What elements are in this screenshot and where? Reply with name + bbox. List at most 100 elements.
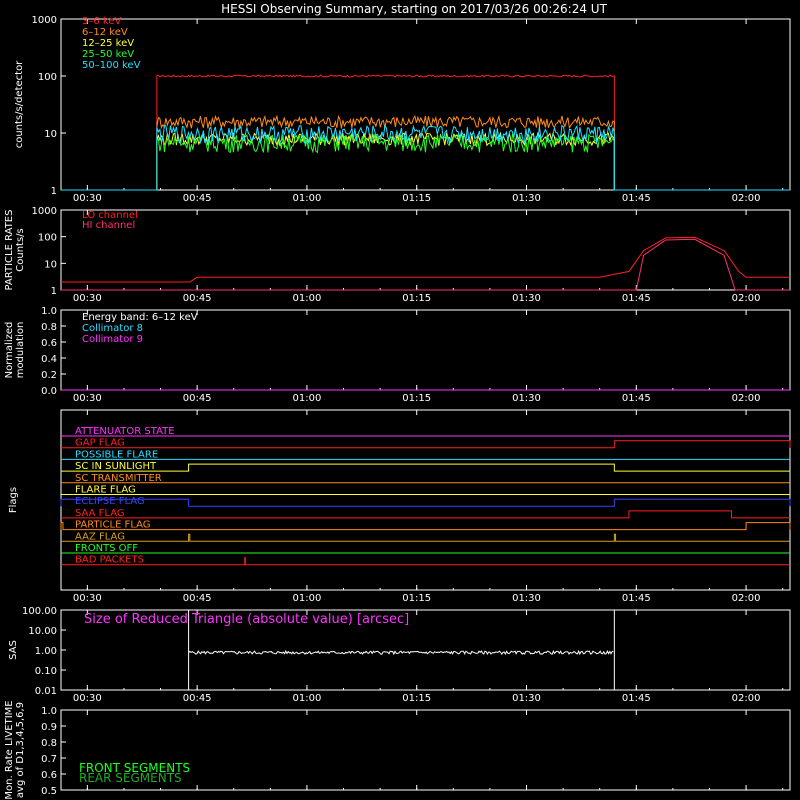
y-axis-label: modulation: [15, 322, 26, 379]
figure-title: HESSI Observing Summary, starting on 201…: [221, 2, 607, 16]
flag-line: [61, 510, 790, 519]
x-tick-label: 00:30: [73, 193, 102, 204]
x-tick-label: 00:30: [73, 293, 102, 304]
y-tick-label: 0.5: [41, 786, 57, 797]
x-tick-label: 00:45: [183, 193, 212, 204]
x-tick-label: 01:45: [622, 293, 651, 304]
flag-label: FLARE FLAG: [75, 485, 136, 496]
x-tick-label: 01:00: [293, 693, 322, 704]
panel-sas: 00:30 00:45 01:00 01:15 01:30 01:45 02:00 0.01 0…: [8, 606, 791, 704]
y-tick-label: 10: [44, 259, 57, 270]
flag-label: SC IN SUNLIGHT: [75, 461, 157, 472]
x-tick-label: 02:00: [732, 193, 761, 204]
legend-entry: 25–50 keV: [82, 49, 134, 60]
x-tick-label: 01:15: [402, 593, 431, 604]
series-line: [61, 236, 790, 283]
y-axis-label: counts/s/detector: [14, 60, 25, 148]
x-tick-label: 01:30: [512, 293, 541, 304]
series-line: [61, 124, 790, 191]
y-tick-label: 0.9: [41, 722, 57, 733]
panel-frame: [60, 209, 791, 291]
legend-entry: Collimator 9: [82, 334, 143, 345]
y-tick-label: 1.0: [41, 306, 57, 317]
y-tick-label: 1000: [32, 15, 57, 26]
x-tick-label: 01:15: [402, 293, 431, 304]
y-tick-label: 100: [38, 72, 57, 83]
panel-modulation: 00:30 00:45 01:00 01:15 01:30 01:45 02:00 0.0 0.…: [4, 306, 791, 404]
panel-frame: [60, 409, 791, 591]
y-axis-label: Mon. Rate LIVETIME: [4, 700, 15, 799]
x-tick-label: 01:45: [622, 193, 651, 204]
flag-line: [60, 522, 791, 531]
x-tick-label: 01:30: [512, 593, 541, 604]
flag-label: FRONTS OFF: [75, 543, 138, 554]
x-tick-label: 02:00: [732, 293, 761, 304]
flag-label: GAP FLAG: [75, 438, 125, 449]
flag-label: ECLIPSE FLAG: [75, 496, 145, 507]
x-tick-label: 01:15: [402, 393, 431, 404]
y-tick-label: 0.7: [41, 754, 57, 765]
observing-summary-figure: HESSI Observing Summary, starting on 201…: [4, 2, 791, 800]
y-tick-label: 0.2: [41, 370, 57, 381]
panels: 00:30 00:45 01:00 01:15 01:30 01:45 02:00 1 10 10…: [4, 15, 791, 800]
panel-particle: 00:30 00:45 01:00 01:15 01:30 01:45 02:00 1 10 10…: [4, 206, 791, 304]
panel-annotation: Energy band: 6–12 keV: [82, 312, 198, 323]
y-axis-label: Normalized: [4, 322, 15, 379]
x-tick-label: 00:30: [73, 593, 102, 604]
y-tick-label: 100: [38, 233, 57, 244]
y-tick-label: 10: [44, 129, 57, 140]
flag-line: [61, 463, 790, 472]
x-tick-label: 01:00: [293, 593, 322, 604]
legend-entry: 50–100 keV: [82, 60, 141, 71]
panel-frame: [60, 18, 791, 191]
x-tick-label: 02:00: [732, 593, 761, 604]
y-tick-label: 0.01: [35, 686, 57, 697]
legend-entry: HI channel: [82, 220, 135, 231]
panel-annotation: Size of Reduced Triangle (absolute value…: [84, 612, 409, 627]
x-tick-label: 01:00: [293, 193, 322, 204]
flag-label: POSSIBLE FLARE: [75, 449, 158, 460]
y-axis-label: Counts/s: [15, 228, 26, 272]
legend-entry: REAR SEGMENTS: [79, 771, 182, 785]
y-tick-label: 0.0: [41, 386, 57, 397]
x-tick-label: 00:45: [183, 293, 212, 304]
x-tick-label: 00:45: [183, 593, 212, 604]
y-tick-label: 100.00: [22, 606, 57, 617]
x-tick-label: 02:00: [732, 393, 761, 404]
x-tick-label: 01:30: [512, 393, 541, 404]
x-tick-label: 01:00: [293, 293, 322, 304]
x-tick-label: 01:15: [402, 693, 431, 704]
legend-entry: 12–25 keV: [82, 38, 134, 49]
y-axis-label: PARTICLE RATES: [4, 210, 15, 291]
x-tick-label: 01:45: [622, 593, 651, 604]
x-tick-label: 01:30: [512, 693, 541, 704]
y-axis-label: Flags: [8, 487, 19, 513]
flag-line: [61, 440, 791, 449]
x-tick-label: 01:15: [402, 193, 431, 204]
x-tick-label: 01:30: [512, 193, 541, 204]
y-tick-label: 1.00: [35, 646, 57, 657]
x-tick-label: 00:45: [183, 693, 212, 704]
flag-label: PARTICLE FLAG: [75, 520, 151, 531]
y-tick-label: 0.4: [41, 354, 57, 365]
flag-label: ATTENUATOR STATE: [75, 426, 175, 437]
y-tick-label: 1: [51, 286, 57, 297]
y-tick-label: 10.00: [28, 626, 57, 637]
x-tick-label: 01:45: [622, 693, 651, 704]
flag-label: AAZ FLAG: [75, 531, 125, 542]
y-tick-label: 0.10: [35, 666, 57, 677]
legend-entry: 3–6 keV: [82, 16, 121, 27]
y-axis-label: avg of D1,3,4,5,6,9: [15, 702, 26, 798]
legend-entry: 6–12 keV: [82, 27, 128, 38]
x-tick-label: 00:45: [183, 393, 212, 404]
flag-line: [61, 557, 790, 566]
legend-entry: Collimator 8: [82, 323, 143, 334]
x-tick-label: 01:45: [622, 393, 651, 404]
x-tick-label: 02:00: [732, 693, 761, 704]
y-tick-label: 0.8: [41, 738, 57, 749]
flag-label: BAD PACKETS: [75, 555, 144, 566]
panel-livetime: 0.5 0.6 0.7 0.8 0.9 1.0 Mon. Rate LIVETIME avg …: [4, 700, 791, 800]
y-tick-label: 0.6: [41, 338, 57, 349]
panel-flags: 00:30 00:45 01:00 01:15 01:30 01:45 02:00 Flags…: [8, 409, 791, 604]
y-axis-label: SAS: [8, 640, 19, 660]
